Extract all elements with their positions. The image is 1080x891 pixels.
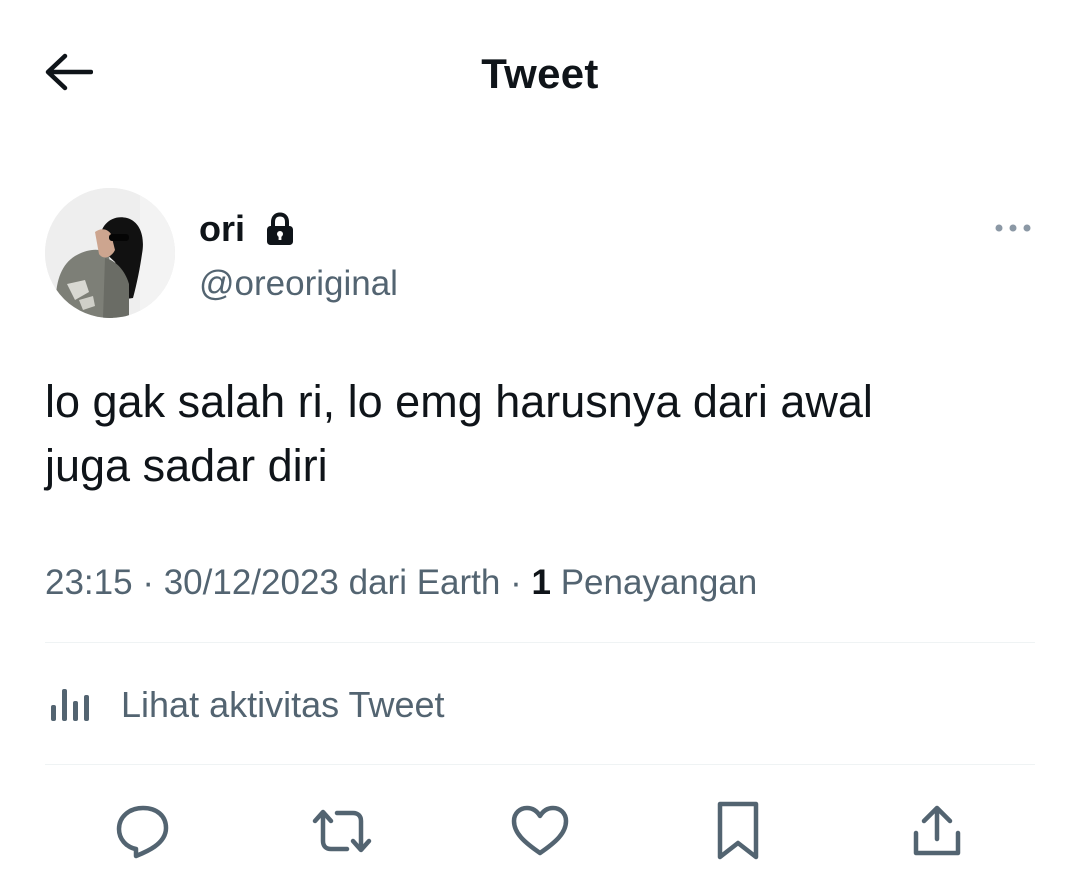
tweet-source: dari Earth xyxy=(348,563,501,602)
tweet-meta: 23:15 · 30/12/2023 dari Earth · 1 Penaya… xyxy=(45,563,757,603)
retweet-button[interactable] xyxy=(307,798,377,868)
user-handle[interactable]: @oreoriginal xyxy=(199,264,398,304)
top-bar: Tweet xyxy=(0,0,1080,150)
meta-separator: · xyxy=(142,563,154,602)
more-horizontal-icon xyxy=(993,221,1033,239)
analytics-bars-icon xyxy=(45,681,97,730)
share-icon xyxy=(910,803,964,864)
name-row: ori xyxy=(199,208,295,250)
more-options-button[interactable] xyxy=(991,218,1035,242)
tweet-text: lo gak salah ri, lo emg harusnya dari aw… xyxy=(45,370,1035,498)
divider xyxy=(45,642,1035,643)
bookmark-button[interactable] xyxy=(703,798,773,868)
tweet-author: ori @oreoriginal xyxy=(45,188,1035,318)
divider xyxy=(45,764,1035,765)
reply-icon xyxy=(114,802,172,865)
tweet-text-line: lo gak salah ri, lo emg harusnya dari aw… xyxy=(45,376,873,427)
tweet-text-line: juga sadar diri xyxy=(45,440,328,491)
lock-icon xyxy=(265,212,295,246)
like-heart-icon xyxy=(510,804,570,863)
bookmark-icon xyxy=(714,800,762,867)
reply-button[interactable] xyxy=(108,798,178,868)
retweet-icon xyxy=(309,805,375,862)
share-button[interactable] xyxy=(902,798,972,868)
tweet-actions xyxy=(45,798,1035,868)
view-tweet-activity-link[interactable]: Lihat aktivitas Tweet xyxy=(45,660,1035,750)
page-title: Tweet xyxy=(481,50,599,97)
display-name[interactable]: ori xyxy=(199,208,245,250)
views-count: 1 xyxy=(531,563,551,602)
views-label: Penayangan xyxy=(560,563,758,602)
avatar[interactable] xyxy=(45,188,175,318)
like-button[interactable] xyxy=(505,798,575,868)
meta-separator: · xyxy=(510,563,522,602)
tweet-time[interactable]: 23:15 xyxy=(45,563,133,602)
activity-label: Lihat aktivitas Tweet xyxy=(121,684,445,725)
tweet-date[interactable]: 30/12/2023 xyxy=(164,563,339,602)
